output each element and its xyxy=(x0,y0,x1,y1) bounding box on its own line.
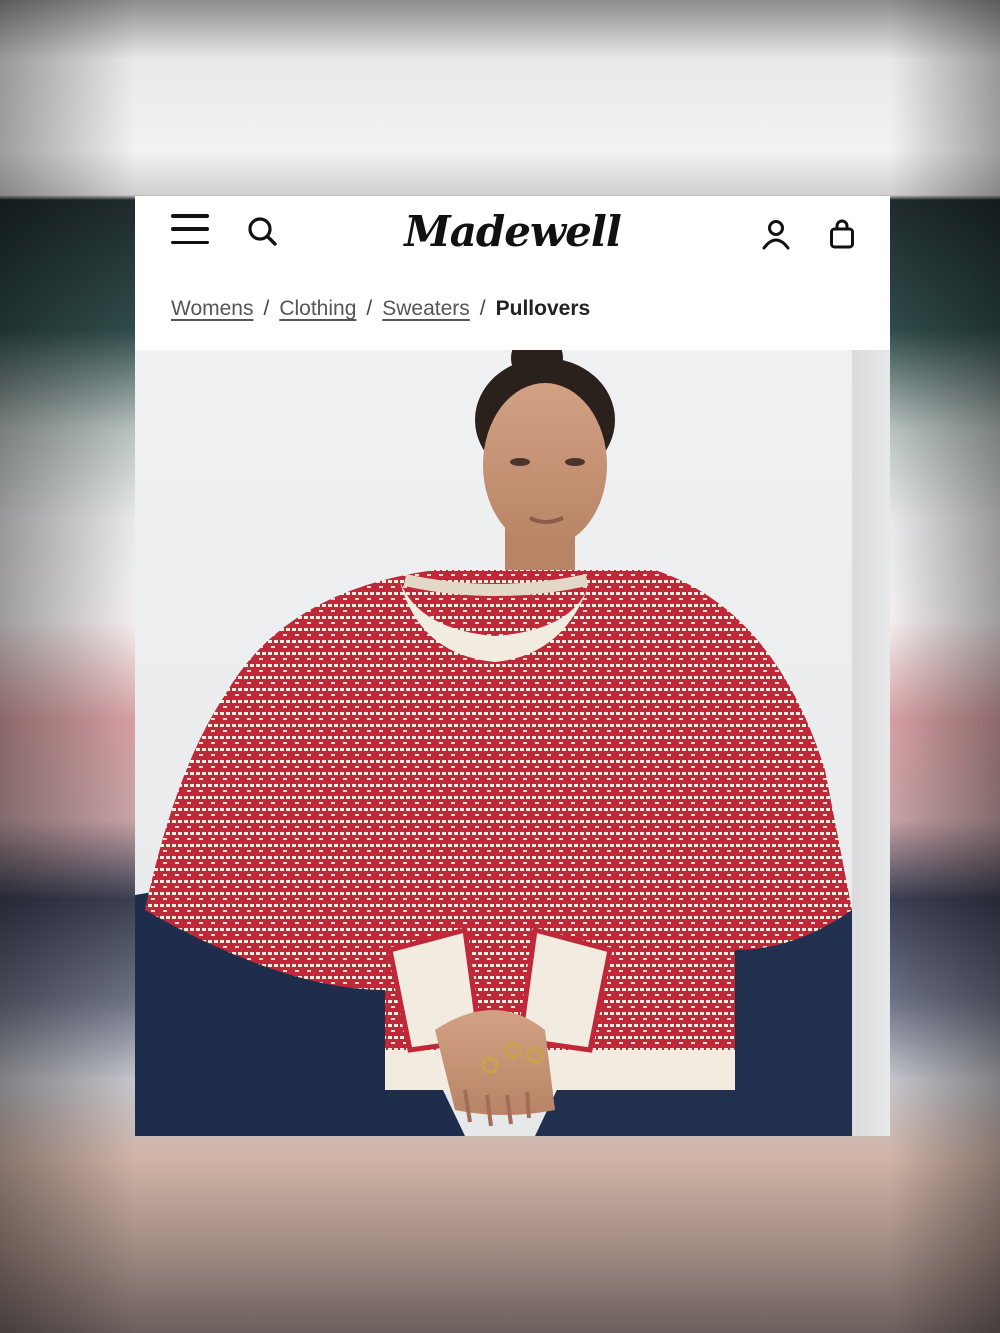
breadcrumb-separator: / xyxy=(366,297,373,320)
breadcrumb-link-womens[interactable]: Womens xyxy=(171,297,253,321)
next-image-peek[interactable] xyxy=(852,350,890,1136)
breadcrumb-separator: / xyxy=(479,297,486,320)
blurred-background-right xyxy=(890,0,1000,1333)
account-icon[interactable] xyxy=(761,218,791,250)
breadcrumb-link-clothing[interactable]: Clothing xyxy=(279,297,356,321)
breadcrumb: Womens / Clothing / Sweaters / Pullovers xyxy=(171,294,590,324)
breadcrumb-current-page: Pullovers xyxy=(495,297,591,320)
breadcrumb-link-sweaters[interactable]: Sweaters xyxy=(382,297,470,321)
brand-logo[interactable]: Madewell xyxy=(400,202,625,262)
product-image[interactable] xyxy=(135,350,852,1136)
breadcrumb-separator: / xyxy=(263,297,270,320)
blurred-background-left xyxy=(0,0,135,1333)
site-header: Madewell xyxy=(135,196,890,268)
menu-icon[interactable] xyxy=(171,214,209,244)
shopping-bag-icon[interactable] xyxy=(828,218,856,250)
mobile-page-screen: Madewell Womens / Clothing / Sweaters / … xyxy=(135,196,890,1136)
model-photo-illustration xyxy=(135,350,852,1136)
search-icon[interactable] xyxy=(245,214,279,248)
